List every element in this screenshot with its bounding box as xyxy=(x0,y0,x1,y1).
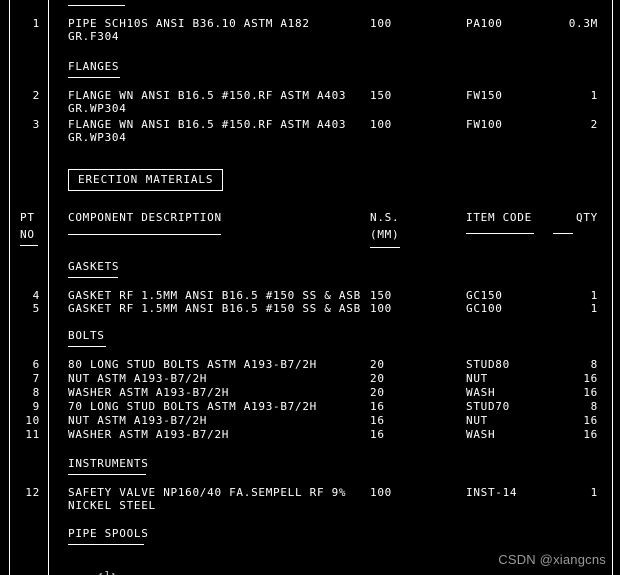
table-row-item-code: FW100 xyxy=(466,118,503,131)
table-row-item-code: STUD70 xyxy=(466,400,510,413)
table-row-item-code: WASH xyxy=(466,428,496,441)
table-row-item-code: FW150 xyxy=(466,89,503,102)
table-row-nominal-size: 20 xyxy=(370,386,385,399)
table-row-description-cont: NICKEL STEEL xyxy=(68,499,156,512)
group-heading-pipe-spools: PIPE SPOOLS xyxy=(68,527,149,540)
column-header-item-code: ITEM CODE xyxy=(466,211,532,224)
table-row-nominal-size: 100 xyxy=(370,17,392,30)
table-row-description: NUT ASTM A193-B7/2H xyxy=(68,414,208,427)
column-header-pt-no-line2: NO xyxy=(20,228,35,241)
table-row-pt-no: 7 xyxy=(32,372,40,385)
table-row-pt-no: 3 xyxy=(32,118,40,131)
table-row-item-code: PA100 xyxy=(466,17,503,30)
table-row-qty: 16 xyxy=(583,414,598,427)
table-row-nominal-size: 150 xyxy=(370,289,392,302)
table-row-pt-no: 12 xyxy=(25,486,40,499)
group-heading-instruments-underline xyxy=(68,474,146,475)
spool-bracket-open: [ xyxy=(97,572,104,575)
column-header-ns-line1: N.S. xyxy=(370,211,400,224)
table-row-description: 80 LONG STUD BOLTS ASTM A193-B7/2H xyxy=(68,358,317,371)
group-heading-flanges: FLANGES xyxy=(68,60,120,73)
column-header-ns-underline xyxy=(370,247,400,248)
table-row-description-cont: GR.F304 xyxy=(68,30,120,43)
group-heading-pipe-spools-underline xyxy=(68,544,144,545)
sheet-border-right-line xyxy=(612,0,613,575)
table-row-qty: 1 xyxy=(590,486,598,499)
column-header-pt-no-line1: PT xyxy=(20,211,35,224)
table-row-qty: 0.3M xyxy=(568,17,598,30)
table-row-description: WASHER ASTM A193-B7/2H xyxy=(68,386,230,399)
table-row-description-cont: GR.WP304 xyxy=(68,102,127,115)
table-row-qty: 8 xyxy=(590,358,598,371)
table-row-item-code: STUD80 xyxy=(466,358,510,371)
column-header-pt-no-underline xyxy=(20,245,38,246)
table-row-nominal-size: 150 xyxy=(370,89,392,102)
table-row-pt-no: 4 xyxy=(32,289,40,302)
table-row-nominal-size: 16 xyxy=(370,400,385,413)
table-row-description: NUT ASTM A193-B7/2H xyxy=(68,372,208,385)
group-heading-instruments: INSTRUMENTS xyxy=(68,457,149,470)
table-row-nominal-size: 100 xyxy=(370,486,392,499)
table-row-description: GASKET RF 1.5MM ANSI B16.5 #150 SS & ASB xyxy=(68,289,361,302)
clipped-group-heading-underline xyxy=(68,5,125,6)
table-row-item-code: GC100 xyxy=(466,302,503,315)
group-heading-bolts: BOLTS xyxy=(68,329,105,342)
spool-reference-tag: [1] xyxy=(68,557,117,575)
table-row-pt-no: 1 xyxy=(32,17,40,30)
table-row-item-code: NUT xyxy=(466,414,488,427)
group-heading-gaskets-underline xyxy=(68,277,118,278)
table-row-pt-no: 5 xyxy=(32,302,40,315)
column-header-ns-line2: (MM) xyxy=(370,228,400,241)
group-heading-gaskets: GASKETS xyxy=(68,260,120,273)
table-row-qty: 1 xyxy=(590,89,598,102)
table-row-qty: 1 xyxy=(590,289,598,302)
group-heading-bolts-underline xyxy=(68,346,106,347)
table-row-pt-no: 10 xyxy=(25,414,40,427)
table-row-qty: 1 xyxy=(590,302,598,315)
table-row-qty: 16 xyxy=(583,386,598,399)
column-header-qty: QTY xyxy=(576,211,598,224)
table-row-pt-no: 8 xyxy=(32,386,40,399)
erection-materials-title-box: ERECTION MATERIALS xyxy=(68,169,224,191)
table-row-description: WASHER ASTM A193-B7/2H xyxy=(68,428,230,441)
table-row-item-code: WASH xyxy=(466,386,496,399)
table-row-nominal-size: 16 xyxy=(370,428,385,441)
table-row-qty: 16 xyxy=(583,372,598,385)
column-header-qty-underline xyxy=(553,233,573,234)
table-row-description: GASKET RF 1.5MM ANSI B16.5 #150 SS & ASB xyxy=(68,302,361,315)
table-row-description: PIPE SCH10S ANSI B36.10 ASTM A182 xyxy=(68,17,310,30)
table-row-item-code: NUT xyxy=(466,372,488,385)
table-row-qty: 8 xyxy=(590,400,598,413)
column-header-description-underline xyxy=(68,234,221,235)
table-row-description-cont: GR.WP304 xyxy=(68,131,127,144)
bom-sheet: 1 PIPE SCH10S ANSI B36.10 ASTM A182 GR.F… xyxy=(0,0,620,575)
column-header-item-code-underline xyxy=(466,233,534,234)
table-row-description: FLANGE WN ANSI B16.5 #150.RF ASTM A403 xyxy=(68,118,347,131)
pt-no-column-divider-line xyxy=(48,0,49,575)
table-row-qty: 2 xyxy=(590,118,598,131)
table-row-nominal-size: 20 xyxy=(370,372,385,385)
table-row-pt-no: 6 xyxy=(32,358,40,371)
table-row-item-code: GC150 xyxy=(466,289,503,302)
table-row-nominal-size: 100 xyxy=(370,118,392,131)
table-row-description: 70 LONG STUD BOLTS ASTM A193-B7/2H xyxy=(68,400,317,413)
group-heading-flanges-underline xyxy=(68,77,120,78)
csdn-watermark: CSDN @xiangcns xyxy=(498,552,606,567)
table-row-item-code: INST-14 xyxy=(466,486,518,499)
table-row-description: FLANGE WN ANSI B16.5 #150.RF ASTM A403 xyxy=(68,89,347,102)
column-header-description: COMPONENT DESCRIPTION xyxy=(68,211,222,224)
table-row-pt-no: 9 xyxy=(32,400,40,413)
table-row-pt-no: 11 xyxy=(25,428,40,441)
table-row-qty: 16 xyxy=(583,428,598,441)
table-row-nominal-size: 100 xyxy=(370,302,392,315)
table-row-nominal-size: 20 xyxy=(370,358,385,371)
table-row-description: SAFETY VALVE NP160/40 FA.SEMPELL RF 9% xyxy=(68,486,347,499)
table-row-nominal-size: 16 xyxy=(370,414,385,427)
table-row-pt-no: 2 xyxy=(32,89,40,102)
spool-bracket-close: ] xyxy=(110,572,117,575)
